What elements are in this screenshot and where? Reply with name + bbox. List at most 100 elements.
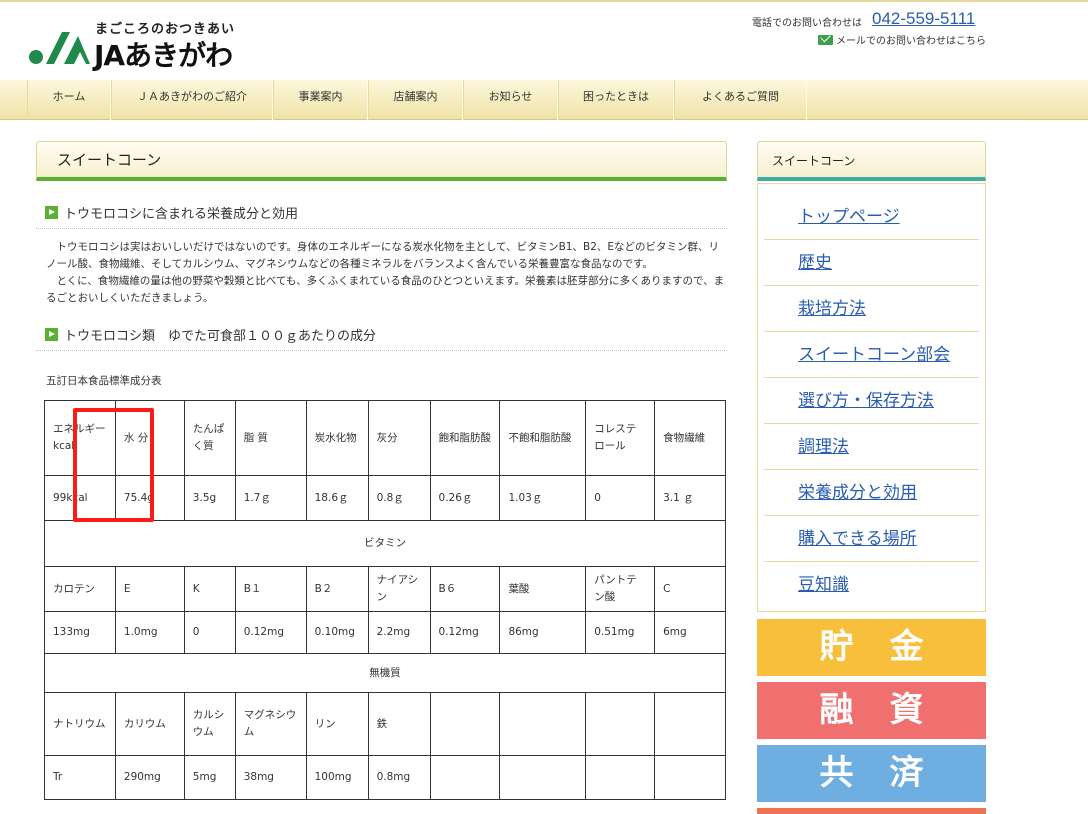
contact-label: 電話でのお問い合わせは — [752, 18, 862, 29]
paragraph-1: トウモロコシは実はおいしいだけではないのです。身体のエネルギーになる炭水化物を主… — [46, 241, 720, 270]
table-cell: 290mg — [114, 755, 185, 800]
logo-name: JAあきがわ — [94, 39, 233, 72]
banner-next[interactable] — [757, 808, 986, 814]
nav-news[interactable]: お知らせ — [463, 80, 558, 120]
table-cell: B１ — [234, 566, 307, 612]
nav-stores[interactable]: 店舗案内 — [368, 80, 463, 120]
table-cell: 2.2mg — [367, 611, 431, 654]
global-nav: ホーム ＪＡあきがわのご紹介 事業案内 店舗案内 お知らせ 困ったときは よくあ… — [0, 80, 1088, 120]
phone-link[interactable]: 042-559-5111 — [872, 9, 975, 29]
table-cell: パントテン酸 — [585, 566, 656, 612]
table-cell: 食物繊維 — [654, 400, 726, 476]
table-cell: 38mg — [234, 755, 307, 800]
table-cell: 0.12mg — [429, 611, 501, 654]
table-cell — [499, 755, 587, 800]
table-cell: 鉄 — [367, 692, 431, 756]
site-header: まごころのおつきあい JAあきがわ 電話でのお問い合わせは 042-559-51… — [0, 0, 1088, 80]
table-cell: 0.8ｇ — [367, 475, 431, 521]
section-heading-text: トウモロコシ類 ゆでた可食部１００ｇあたりの成分 — [64, 329, 377, 344]
mineral-label: 無機質 — [44, 653, 726, 693]
table-cell: 5mg — [183, 755, 236, 800]
sidebar-item-history[interactable]: 歴史 — [764, 240, 979, 286]
table-cell: B２ — [305, 566, 369, 612]
table-cell: E — [114, 566, 185, 612]
sidebar-item-cultivation[interactable]: 栽培方法 — [764, 286, 979, 332]
table-cell: 100mg — [305, 755, 369, 800]
nav-business[interactable]: 事業案内 — [273, 80, 368, 120]
section-heading-table: トウモロコシ類 ゆでた可食部１００ｇあたりの成分 — [36, 325, 727, 351]
table-cell: 18.6ｇ — [305, 475, 369, 521]
table-cell — [585, 692, 656, 756]
sidebar-item-cooking[interactable]: 調理法 — [764, 424, 979, 470]
table-row-vitamin-label: ビタミン — [44, 520, 726, 567]
table-row-header-3: ナトリウム カリウム カルシウム マグネシウム リン 鉄 — [44, 692, 726, 756]
sidebar-item-selection-storage[interactable]: 選び方・保存方法 — [764, 378, 979, 424]
mail-contact-link[interactable]: メールでのお問い合わせはこちら — [818, 32, 986, 47]
table-cell: カリウム — [114, 692, 185, 756]
table-cell: リン — [305, 692, 369, 756]
sidebar-item-where-to-buy[interactable]: 購入できる場所 — [764, 516, 979, 562]
sidebar-item-nutrition[interactable]: 栄養成分と効用 — [764, 470, 979, 516]
page-title: スイートコーン — [36, 141, 727, 181]
table-cell: コレステロール — [585, 400, 656, 476]
sidebar-item-sweetcorn-group[interactable]: スイートコーン部会 — [764, 332, 979, 378]
table-cell: 133mg — [44, 611, 116, 654]
table-cell — [429, 692, 501, 756]
table-cell: ナイアシン — [367, 566, 431, 612]
table-cell: ナトリウム — [44, 692, 116, 756]
table-cell: 不飽和脂肪酸 — [499, 400, 587, 476]
section-heading-nutrition: トウモロコシに含まれる栄養成分と効用 — [36, 203, 727, 229]
sidebar-title: スイートコーン — [757, 141, 986, 181]
table-cell: 3.5g — [183, 475, 236, 521]
table-cell — [654, 692, 726, 756]
nav-home[interactable]: ホーム — [27, 80, 111, 120]
paragraph-2: とくに、食物繊維の量は他の野菜や穀類と比べても、多くふくまれている食品のひとつと… — [46, 275, 725, 304]
table-cell: 脂 質 — [234, 400, 307, 476]
table-row-mineral-label: 無機質 — [44, 653, 726, 693]
table-cell: 炭水化物 — [305, 400, 369, 476]
highlight-box — [73, 408, 154, 522]
sidebar-item-trivia[interactable]: 豆知識 — [764, 562, 979, 608]
table-cell: 6mg — [654, 611, 726, 654]
nav-about[interactable]: ＪＡあきがわのご紹介 — [111, 80, 273, 120]
nav-faq[interactable]: よくあるご質問 — [674, 80, 807, 120]
table-cell: B６ — [429, 566, 501, 612]
table-cell: K — [183, 566, 236, 612]
arrow-icon — [45, 206, 58, 219]
table-cell: 0.12mg — [234, 611, 307, 654]
mail-icon — [818, 34, 833, 45]
table-cell: 1.7ｇ — [234, 475, 307, 521]
sidebar-item-top[interactable]: トップページ — [764, 194, 979, 240]
table-cell — [429, 755, 501, 800]
table-source: 五訂日本食品標準成分表 — [46, 375, 162, 387]
table-cell: 0 — [585, 475, 656, 521]
banner-loans[interactable]: 融資 — [757, 682, 986, 739]
arrow-icon — [45, 328, 58, 341]
banner-insurance[interactable]: 共済 — [757, 745, 986, 802]
table-row-values-3: Tr 290mg 5mg 38mg 100mg 0.8mg — [44, 755, 726, 800]
table-cell — [499, 692, 587, 756]
table-cell: Tr — [44, 755, 116, 800]
mail-contact-label: メールでのお問い合わせはこちら — [836, 36, 986, 47]
table-cell: 0 — [183, 611, 236, 654]
table-cell: 3.1 ｇ — [654, 475, 726, 521]
ja-logo-icon — [29, 32, 90, 64]
table-cell: 1.0mg — [114, 611, 185, 654]
section-heading-text: トウモロコシに含まれる栄養成分と効用 — [64, 207, 299, 222]
table-cell: 0.26ｇ — [429, 475, 501, 521]
table-cell: カロテン — [44, 566, 116, 612]
table-cell: 飽和脂肪酸 — [429, 400, 501, 476]
vitamin-label: ビタミン — [44, 520, 726, 567]
table-cell — [585, 755, 656, 800]
table-cell: 86mg — [499, 611, 587, 654]
banner-savings[interactable]: 貯金 — [757, 619, 986, 676]
ja-akigawa-logo[interactable]: まごころのおつきあい JAあきがわ — [28, 16, 258, 72]
table-cell: 0.10mg — [305, 611, 369, 654]
main-content: スイートコーン トウモロコシに含まれる栄養成分と効用 トウモロコシは実はおいしい… — [36, 141, 727, 800]
table-cell: 0.51mg — [585, 611, 656, 654]
table-cell: カルシウム — [183, 692, 236, 756]
table-cell — [654, 755, 726, 800]
table-cell: 1.03ｇ — [499, 475, 587, 521]
nav-trouble[interactable]: 困ったときは — [558, 80, 674, 120]
table-row-values-2: 133mg 1.0mg 0 0.12mg 0.10mg 2.2mg 0.12mg… — [44, 611, 726, 654]
